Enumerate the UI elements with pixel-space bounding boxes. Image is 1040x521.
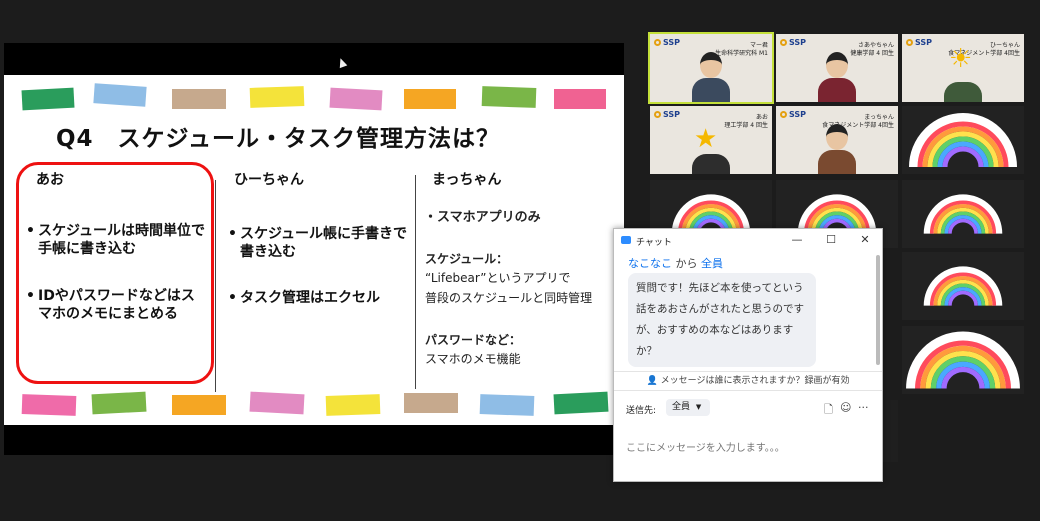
video-tile-macchan[interactable]: SSP まっちゃん 食マネジメント学部 4回生 xyxy=(776,106,898,174)
star-sticker-icon: ★ xyxy=(694,124,718,154)
tape-decoration xyxy=(481,86,537,108)
schedule-line-2: 普段のスケジュールと同時管理 xyxy=(425,291,593,305)
zoom-app-icon xyxy=(621,236,631,244)
column-head-ao: あお xyxy=(36,172,64,188)
bullet-dot: • xyxy=(26,223,35,239)
bullet-dot: • xyxy=(228,290,237,306)
bullet-item: • IDやパスワードなどはスマホのメモにまとめる xyxy=(26,287,206,323)
video-tile-saaya[interactable]: SSP さあやちゃん 健康学部 4 回生 xyxy=(776,34,898,102)
from-separator: から xyxy=(672,257,701,270)
ssp-logo: SSP xyxy=(780,38,806,47)
close-icon[interactable]: ✕ xyxy=(856,232,874,248)
tape-decoration xyxy=(329,87,383,111)
slide-title: Q4 スケジュール・タスク管理方法は？ xyxy=(56,126,500,152)
bullet-dot: • xyxy=(26,288,35,304)
participant-avatar xyxy=(692,52,730,102)
rainbow-icon xyxy=(906,331,1020,389)
tape-decoration xyxy=(21,394,77,416)
video-tile-mak[interactable]: SSP マー君 生命科学研究科 M1 xyxy=(648,32,774,104)
maximize-icon[interactable]: ☐ xyxy=(822,232,840,248)
password-label: パスワードなど： xyxy=(425,333,522,347)
tape-decoration xyxy=(325,394,381,416)
minimize-icon[interactable]: — xyxy=(788,232,806,248)
video-tile-hichan[interactable]: SSP ひーちゃん 食マネジメント学部 4回生 ☀ xyxy=(902,34,1024,102)
bullet-dot: • xyxy=(228,226,237,242)
tape-decoration xyxy=(553,391,609,415)
column-head-hichan: ひーちゃん xyxy=(234,172,304,188)
column-head-macchan: まっちゃん xyxy=(432,172,502,188)
presentation-slide: Q4 スケジュール・タスク管理方法は？ あお • スケジュールは時間単位で手帳に… xyxy=(4,75,624,425)
bullet-text: IDやパスワードなどはスマホのメモにまとめる xyxy=(38,288,195,322)
chat-input[interactable] xyxy=(626,421,872,475)
send-to-select[interactable]: 全員 ▼ xyxy=(666,399,710,416)
visibility-notice[interactable]: 👤 メッセージは誰に表示されますか？録画が有効 xyxy=(614,371,882,391)
tape-decoration xyxy=(172,395,226,415)
file-icon[interactable]: 🗋 xyxy=(824,401,833,420)
bullet-item: • タスク管理はエクセル xyxy=(228,289,412,307)
bullet-item: • スケジュールは時間単位で手帳に書き込む xyxy=(26,222,206,258)
participant-name: さあやちゃん 健康学部 4 回生 xyxy=(850,42,894,57)
more-icon[interactable]: ··· xyxy=(858,401,869,414)
chat-window: チャット — ☐ ✕ なこなこ から 全員 質問です！先ほど本を使ってという話を… xyxy=(613,228,883,482)
participant-name: あお 理工学部 4 回生 xyxy=(724,114,768,129)
password-value: スマホのメモ機能 xyxy=(425,352,521,366)
person-icon: 👤 xyxy=(646,376,658,386)
participant-avatar xyxy=(818,52,856,102)
ssp-logo: SSP xyxy=(654,38,680,47)
tape-decoration xyxy=(249,391,305,415)
tape-decoration xyxy=(404,89,456,109)
bullet-text: スケジュールは時間単位で手帳に書き込む xyxy=(38,223,206,257)
zoom-meeting-window: Q4 スケジュール・タスク管理方法は？ あお • スケジュールは時間単位で手帳に… xyxy=(0,0,1040,521)
recipient-name[interactable]: 全員 xyxy=(701,257,723,270)
tape-decoration xyxy=(554,89,606,109)
chat-titlebar[interactable]: チャット — ☐ ✕ xyxy=(614,229,882,253)
schedule-line-1: “Lifebear”というアプリで xyxy=(425,271,571,285)
highlight-box xyxy=(16,162,214,384)
tape-decoration xyxy=(249,86,305,108)
participant-avatar xyxy=(818,124,856,174)
chevron-down-icon: ▼ xyxy=(695,403,702,411)
chat-scrollbar[interactable] xyxy=(876,255,880,365)
ssp-logo: SSP xyxy=(654,110,680,119)
sun-sticker-icon: ☀ xyxy=(949,44,973,74)
app-only-text: ・スマホアプリのみ xyxy=(424,210,541,225)
bullet-text: スケジュール帳に手書きで書き込む xyxy=(240,226,408,260)
tape-decoration xyxy=(479,394,535,416)
tape-decoration xyxy=(93,83,147,107)
ssp-logo: SSP xyxy=(906,38,932,47)
sender-name[interactable]: なこなこ xyxy=(628,257,672,270)
column-divider xyxy=(215,180,216,392)
visibility-notice-text: メッセージは誰に表示されますか？録画が有効 xyxy=(660,376,850,386)
rainbow-tile[interactable] xyxy=(902,106,1024,174)
rainbow-icon xyxy=(923,194,1003,234)
tape-decoration xyxy=(172,89,226,109)
chat-message: 質問です！先ほど本を使ってという話をあおさんがされたと思うのですが、おすすめの本… xyxy=(628,273,816,367)
bullet-item: • スケジュール帳に手書きで書き込む xyxy=(228,225,412,261)
rainbow-icon xyxy=(909,113,1017,168)
rainbow-tile[interactable] xyxy=(902,252,1024,320)
tape-decoration xyxy=(91,391,147,415)
rainbow-tile[interactable] xyxy=(902,180,1024,248)
column-divider xyxy=(415,175,416,389)
ssp-logo: SSP xyxy=(780,110,806,119)
emoji-icon[interactable]: ☺ xyxy=(840,401,851,414)
schedule-label: スケジュール： xyxy=(425,252,509,266)
chat-title: チャット xyxy=(636,238,672,248)
rainbow-tile[interactable] xyxy=(902,326,1024,394)
bullet-text: タスク管理はエクセル xyxy=(240,290,380,306)
send-to-value: 全員 xyxy=(672,402,691,412)
send-to-label: 送信先: xyxy=(626,406,657,416)
rainbow-icon xyxy=(923,266,1003,306)
message-sender: なこなこ から 全員 xyxy=(628,255,723,271)
tape-decoration xyxy=(404,393,458,413)
video-tile-ao[interactable]: SSP あお 理工学部 4 回生 ★ xyxy=(650,106,772,174)
tape-decoration xyxy=(21,87,75,111)
